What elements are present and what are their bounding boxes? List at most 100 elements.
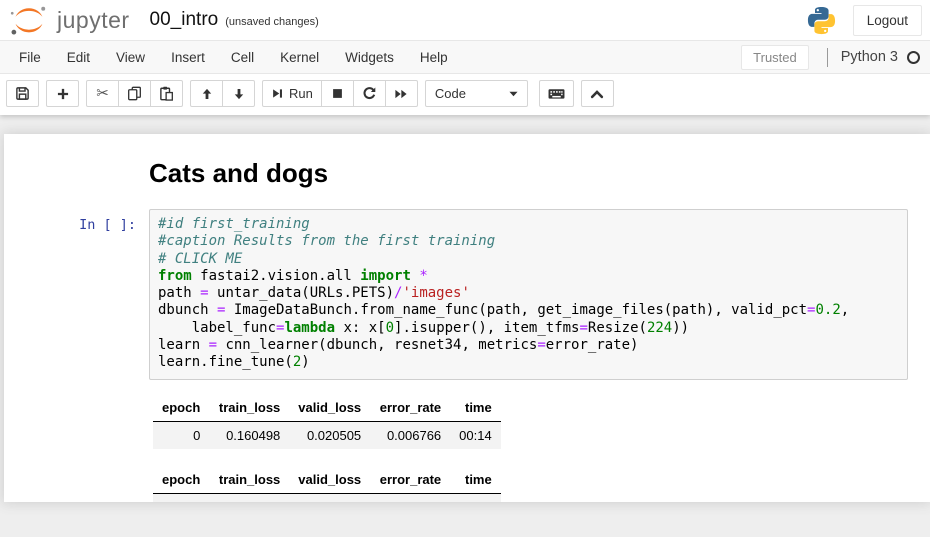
menu-item-widgets[interactable]: Widgets [332, 42, 407, 73]
menu-item-insert[interactable]: Insert [158, 42, 218, 73]
column-header: time [450, 466, 501, 494]
menubar: FileEditViewInsertCellKernelWidgetsHelp … [0, 40, 930, 74]
trusted-badge: Trusted [741, 45, 809, 70]
cell-type-dropdown[interactable]: Code [425, 80, 528, 107]
table-cell: 0.017920 [289, 493, 370, 502]
jupyter-logo-icon [8, 5, 52, 36]
cell-type-value: Code [435, 86, 466, 101]
column-header: error_rate [370, 394, 450, 422]
code-editor[interactable]: #id first_training#caption Results from … [149, 209, 908, 380]
notebook-site: Cats and dogs In [ ]: #id first_training… [0, 115, 930, 502]
code-line: label_func=lambda x: x[0].isupper(), ite… [158, 320, 899, 337]
code-line: from fastai2.vision.all import * [158, 268, 899, 285]
code-line: learn.fine_tune(2) [158, 354, 899, 371]
chevron-up-icon [590, 88, 604, 100]
move-cell-down-button[interactable] [222, 80, 255, 107]
table-row: 00.0927040.0179200.00744200:18 [153, 493, 501, 502]
interrupt-kernel-button[interactable] [321, 80, 354, 107]
column-header: time [450, 394, 501, 422]
markdown-heading: Cats and dogs [149, 158, 908, 189]
column-header: epoch [153, 394, 209, 422]
column-header: valid_loss [289, 466, 370, 494]
column-header: error_rate [370, 466, 450, 494]
output-table: epochtrain_lossvalid_losserror_ratetime0… [153, 466, 501, 502]
menu-item-kernel[interactable]: Kernel [267, 42, 332, 73]
scissors-icon: ✂ [96, 86, 109, 101]
code-line: # CLICK ME [158, 251, 899, 268]
table-cell: 0.160498 [209, 421, 289, 449]
table-row: 00.1604980.0205050.00676600:14 [153, 421, 501, 449]
menu-item-help[interactable]: Help [407, 42, 461, 73]
table-cell: 00:18 [450, 493, 501, 502]
kernel-divider [827, 48, 828, 67]
notebook-container: Cats and dogs In [ ]: #id first_training… [4, 134, 930, 502]
arrow-down-icon [232, 87, 246, 101]
logout-button[interactable]: Logout [853, 5, 922, 36]
cut-cell-button[interactable]: ✂ [86, 80, 119, 107]
run-cell-button[interactable]: Run [262, 80, 322, 107]
menu-item-edit[interactable]: Edit [54, 42, 103, 73]
output-table: epochtrain_lossvalid_losserror_ratetime0… [153, 394, 501, 449]
markdown-prompt-spacer [4, 148, 149, 209]
insert-cell-below-button[interactable] [46, 80, 79, 107]
restart-kernel-button[interactable] [353, 80, 386, 107]
paste-icon [159, 86, 174, 101]
code-line: path = untar_data(URLs.PETS)/'images' [158, 285, 899, 302]
header-right: Logout [806, 5, 924, 36]
move-cell-up-button[interactable] [190, 80, 223, 107]
restart-run-all-button[interactable] [385, 80, 418, 107]
menu-list: FileEditViewInsertCellKernelWidgetsHelp [6, 42, 461, 73]
menu-item-file[interactable]: File [6, 42, 54, 73]
table-cell: 0.092704 [209, 493, 289, 502]
top-panel: jupyter 00_intro (unsaved changes) Logou… [0, 0, 930, 115]
table-cell: 0.020505 [289, 421, 370, 449]
code-line: #id first_training [158, 216, 899, 233]
table-cell: 0.006766 [370, 421, 450, 449]
paste-cell-button[interactable] [150, 80, 183, 107]
table-cell: 00:14 [450, 421, 501, 449]
input-prompt: In [ ]: [4, 209, 149, 380]
arrow-up-icon [200, 87, 214, 101]
kernel-idle-icon [907, 51, 920, 64]
table-header-row: epochtrain_lossvalid_losserror_ratetime [153, 394, 501, 422]
menu-item-cell[interactable]: Cell [218, 42, 267, 73]
run-button-label: Run [289, 86, 313, 101]
jupyter-logo[interactable]: jupyter [8, 5, 130, 36]
table-header-row: epochtrain_lossvalid_losserror_ratetime [153, 466, 501, 494]
save-icon [15, 86, 30, 101]
code-line: #caption Results from the first training [158, 233, 899, 250]
toolbar: ✂ [0, 74, 930, 115]
code-line: dbunch = ImageDataBunch.from_name_func(p… [158, 302, 899, 319]
notebook-title-wrap: 00_intro (unsaved changes) [150, 9, 319, 31]
command-palette-button[interactable] [539, 80, 574, 107]
markdown-cell[interactable]: Cats and dogs [4, 148, 930, 209]
notebook-title[interactable]: 00_intro [150, 9, 219, 31]
code-cell[interactable]: In [ ]: #id first_training#caption Resul… [4, 209, 930, 380]
copy-cell-button[interactable] [118, 80, 151, 107]
keyboard-icon [548, 86, 565, 101]
collapse-toolbar-button[interactable] [581, 80, 614, 107]
table-cell: 0 [153, 493, 209, 502]
column-header: epoch [153, 466, 209, 494]
stop-icon [331, 87, 344, 100]
copy-icon [127, 86, 142, 101]
code-line: learn = cnn_learner(dbunch, resnet34, me… [158, 337, 899, 354]
checkpoint-status: (unsaved changes) [225, 16, 319, 28]
column-header: train_loss [209, 394, 289, 422]
column-header: train_loss [209, 466, 289, 494]
save-button[interactable] [6, 80, 39, 107]
menubar-right: Trusted Python 3 [741, 45, 920, 70]
menu-item-view[interactable]: View [103, 42, 158, 73]
table-cell: 0 [153, 421, 209, 449]
fast-forward-icon [394, 87, 408, 101]
output-prompt-spacer [4, 392, 149, 502]
kernel-name: Python 3 [841, 49, 898, 65]
table-cell: 0.007442 [370, 493, 450, 502]
output-cell: epochtrain_lossvalid_losserror_ratetime0… [4, 392, 930, 502]
step-forward-icon [271, 87, 284, 100]
refresh-icon [362, 86, 377, 101]
column-header: valid_loss [289, 394, 370, 422]
plus-icon [56, 87, 70, 101]
logo-text: jupyter [57, 7, 130, 34]
header: jupyter 00_intro (unsaved changes) Logou… [0, 0, 930, 40]
